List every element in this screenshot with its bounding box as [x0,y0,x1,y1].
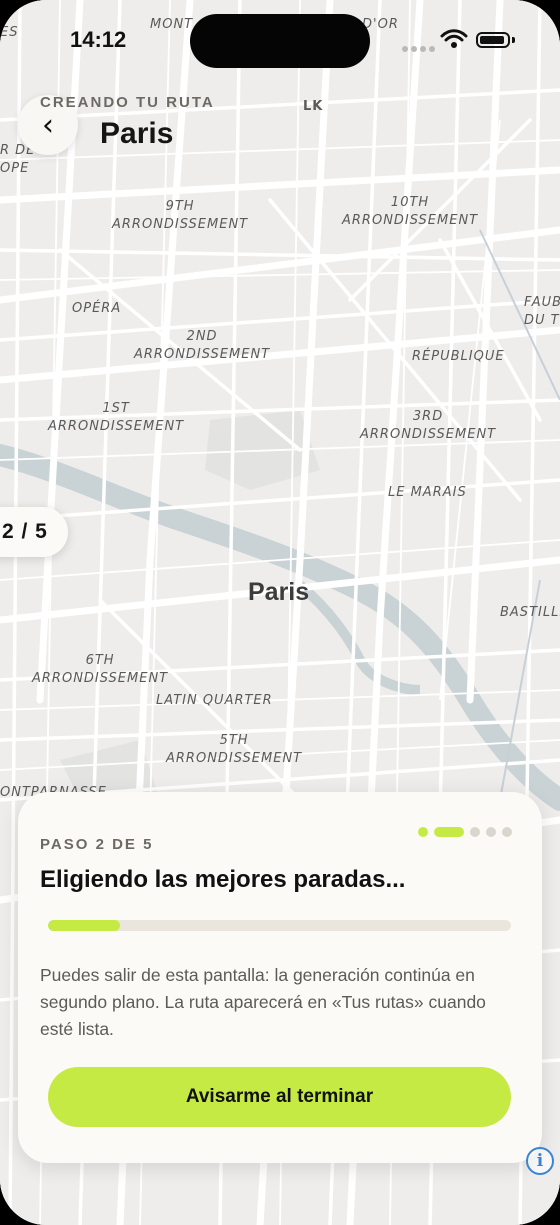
status-bar: 14:12 [0,0,560,80]
dynamic-island [190,14,370,68]
signal-icon [402,39,438,57]
battery-tip [512,37,515,43]
step-dot-active [434,827,464,837]
map-label: 1ST ARRONDISSEMENT [48,401,185,434]
map-label: LE MARAIS [388,485,467,500]
info-icon[interactable]: i [526,1147,554,1175]
progress-bar [48,920,511,931]
wifi-icon [440,29,468,48]
status-time: 14:12 [70,27,127,52]
chevron-left-icon: ‹ [42,107,54,143]
card-body-text: Puedes salir de esta pantalla: la genera… [40,965,486,1039]
step-indicator-label: 2 / 5 [2,520,48,543]
map-label: LATIN QUARTER [156,693,273,708]
step-dot [470,827,480,837]
info-glyph: i [536,1151,544,1171]
step-dot [418,827,428,837]
progress-card: PASO 2 DE 5 Eligiendo las mejores parada… [18,792,542,1163]
map-label: FAUB DU T [524,295,560,328]
progress-bar-fill [48,920,120,931]
header-eyebrow: CREANDO TU RUTA [40,94,215,111]
map-label: RÉPUBLIQUE [412,349,505,364]
step-dots [418,827,512,837]
map-label: 2ND ARRONDISSEMENT [134,329,271,362]
step-dot [502,827,512,837]
map-label: LK [303,99,324,114]
map-label: BASTILLE [500,605,560,620]
app-screen: MONT D'OR ES LK R DE OPE 9TH ARRONDISSEM… [0,0,560,1225]
map-label: 5TH ARRONDISSEMENT [166,733,303,766]
step-indicator-pill[interactable]: 2 / 5 [0,507,68,557]
map-city-label: Paris [248,578,310,606]
battery-icon [476,32,510,48]
page-title: Paris [100,117,174,150]
card-title: Eligiendo las mejores paradas... [40,866,406,893]
map-label: 3RD ARRONDISSEMENT [360,409,497,442]
step-eyebrow: PASO 2 DE 5 [40,836,154,853]
step-dot [486,827,496,837]
map-label: OPÉRA [72,301,122,316]
map-label: 9TH ARRONDISSEMENT [112,199,249,232]
notify-button-label: Avisarme al terminar [185,1086,374,1107]
map-label: 10TH ARRONDISSEMENT [342,195,479,228]
notify-when-done-button[interactable]: Avisarme al terminar [48,1067,511,1127]
map-label: 6TH ARRONDISSEMENT [32,653,169,686]
